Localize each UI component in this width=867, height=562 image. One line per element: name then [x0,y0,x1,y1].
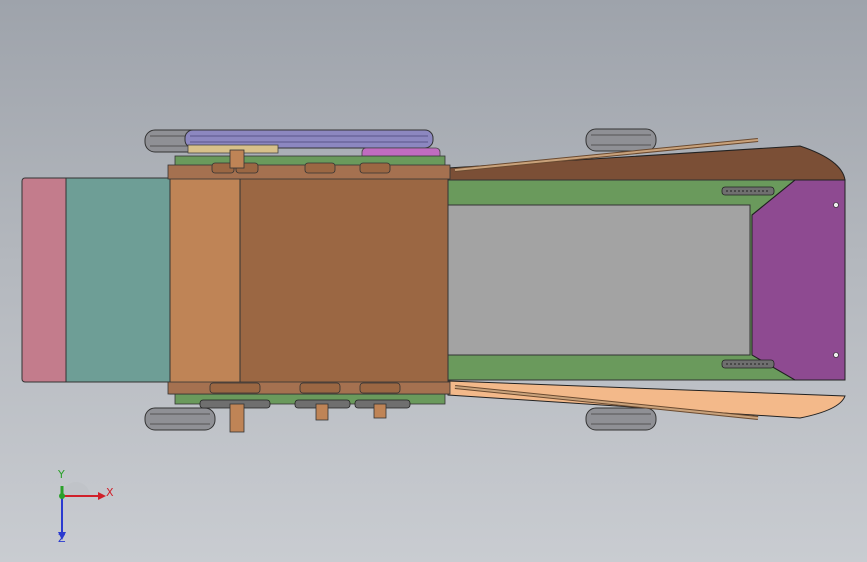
end-panel [751,179,846,381]
wheel-bottom-left [144,407,216,431]
wheel-bottom-right [585,407,657,431]
hopper-body [65,177,173,383]
conveyor-bed [447,204,751,356]
main-roller [239,167,449,395]
hopper-end-cap [21,177,70,383]
z-axis-label: Z [58,532,66,545]
bolt-icon [833,352,839,358]
axis-triad: X Y Z [40,468,130,550]
bolt-icon [833,202,839,208]
wheel-top-right [585,128,657,152]
front-roller [169,167,243,395]
x-axis-label: X [106,486,114,499]
cad-viewport[interactable]: X Y Z [0,0,867,562]
machine-model[interactable] [0,0,867,562]
y-axis-label: Y [58,468,65,481]
sprocket-right-top [721,186,775,196]
bottom-drive [199,382,411,433]
sprocket-right-bottom [721,359,775,369]
